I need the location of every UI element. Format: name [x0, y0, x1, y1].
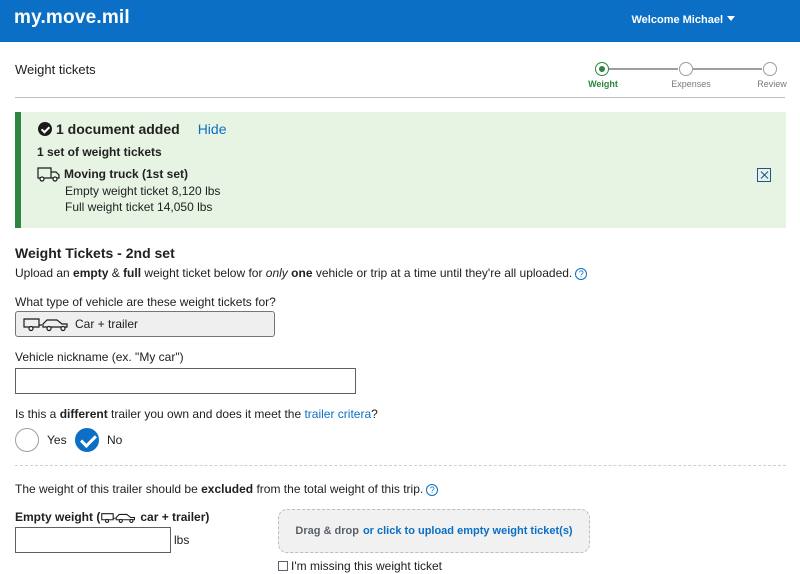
- chevron-down-icon: [727, 16, 735, 21]
- alert-heading-text: 1 document added: [56, 121, 180, 137]
- note-text: The weight of this trailer should be: [15, 482, 202, 496]
- instructions-text: Upload an: [15, 266, 74, 280]
- help-icon[interactable]: ?: [426, 484, 439, 496]
- instructions-empty: empty: [73, 266, 109, 280]
- section-title: Weight Tickets - 2nd set: [15, 245, 175, 261]
- instructions-only: only: [265, 266, 288, 280]
- vehicle-nickname-input[interactable]: [15, 368, 356, 394]
- empty-weight-label-prefix: Empty weight (: [15, 510, 101, 524]
- missing-ticket-option[interactable]: I'm missing this weight ticket: [278, 559, 442, 573]
- radio-yes-circle[interactable]: [15, 428, 39, 452]
- alert-heading: 1 document added Hide: [38, 121, 226, 137]
- instructions-one: one: [291, 266, 313, 280]
- weight-unit: lbs: [174, 533, 190, 547]
- vehicle-type-select[interactable]: Car + trailer: [15, 311, 275, 337]
- instructions-full: full: [123, 266, 142, 280]
- alert-subheading: 1 set of weight tickets: [37, 145, 162, 159]
- instructions-text: &: [108, 266, 124, 280]
- radio-option-yes[interactable]: Yes: [15, 428, 67, 452]
- delete-ticket-button[interactable]: [757, 168, 771, 182]
- car-trailer-icon: [101, 512, 136, 523]
- check-circle-icon: [38, 122, 52, 136]
- welcome-text: Welcome Michael: [631, 14, 724, 26]
- trailer-criteria-link[interactable]: trailer critera: [304, 407, 371, 421]
- step-connector: [608, 68, 678, 70]
- brand-logo[interactable]: my.move.mil: [14, 7, 130, 29]
- weight-ticket-summary: Moving truck (1st set) Empty weight tick…: [37, 166, 220, 216]
- top-navigation-bar: my.move.mil Welcome Michael: [0, 0, 800, 42]
- empty-weight-label: Empty weight ( car + trailer): [15, 510, 209, 524]
- upload-dropzone[interactable]: Drag & drop or click to upload empty wei…: [278, 509, 590, 553]
- step-expenses-indicator: [679, 62, 693, 76]
- radio-yes-label: Yes: [47, 433, 67, 447]
- note-excluded: excluded: [201, 482, 254, 496]
- upload-link[interactable]: or click to upload empty weight ticket(s…: [363, 525, 573, 537]
- radio-no-circle-checked[interactable]: [75, 428, 99, 452]
- trailer-excluded-note: The weight of this trailer should be exc…: [15, 482, 439, 496]
- section-divider: [15, 465, 786, 466]
- question-text: Is this a: [15, 407, 60, 421]
- step-connector: [692, 68, 762, 70]
- truck-icon: [37, 167, 60, 182]
- page-title: Weight tickets: [15, 62, 96, 77]
- note-text: from the total weight of this trip.: [253, 482, 424, 496]
- radio-no-label: No: [107, 433, 123, 447]
- user-menu[interactable]: Welcome Michael: [631, 14, 735, 26]
- step-weight-label: Weight: [588, 79, 618, 89]
- vehicle-type-value: Car + trailer: [75, 317, 139, 331]
- trailer-question: Is this a different trailer you own and …: [15, 407, 378, 421]
- empty-weight-input[interactable]: [15, 527, 171, 553]
- instructions-text: vehicle or trip at a time until they're …: [312, 266, 573, 280]
- help-icon[interactable]: ?: [575, 268, 588, 280]
- step-review-indicator: [763, 62, 777, 76]
- car-trailer-icon: [23, 318, 68, 332]
- question-different: different: [59, 407, 108, 421]
- vehicle-type-label: What type of vehicle are these weight ti…: [15, 295, 276, 309]
- progress-stepper: Weight Expenses Review: [588, 60, 790, 92]
- documents-added-alert: 1 document added Hide 1 set of weight ti…: [15, 112, 786, 228]
- step-review-label: Review: [757, 79, 787, 89]
- instructions-text: weight ticket below for: [141, 266, 266, 280]
- empty-weight-label-suffix: car + trailer): [140, 510, 210, 524]
- hide-link[interactable]: Hide: [198, 121, 227, 137]
- full-ticket-detail: Full weight ticket 14,050 lbs: [65, 200, 213, 214]
- empty-ticket-detail: Empty weight ticket 8,120 lbs: [65, 183, 221, 198]
- header-divider: [15, 97, 785, 98]
- step-weight-indicator: [595, 62, 609, 76]
- dropzone-text: Drag & drop: [295, 525, 359, 537]
- question-text: ?: [371, 407, 378, 421]
- step-expenses-label: Expenses: [671, 79, 711, 89]
- radio-option-no[interactable]: No: [75, 428, 122, 452]
- missing-ticket-checkbox[interactable]: [278, 561, 288, 571]
- missing-ticket-label: I'm missing this weight ticket: [291, 559, 443, 573]
- vehicle-nickname-label: Vehicle nickname (ex. "My car"): [15, 350, 184, 364]
- question-text: trailer you own and does it meet the: [107, 407, 305, 421]
- upload-instructions: Upload an empty & full weight ticket bel…: [15, 266, 588, 280]
- ticket-set-title: Moving truck (1st set): [64, 167, 189, 181]
